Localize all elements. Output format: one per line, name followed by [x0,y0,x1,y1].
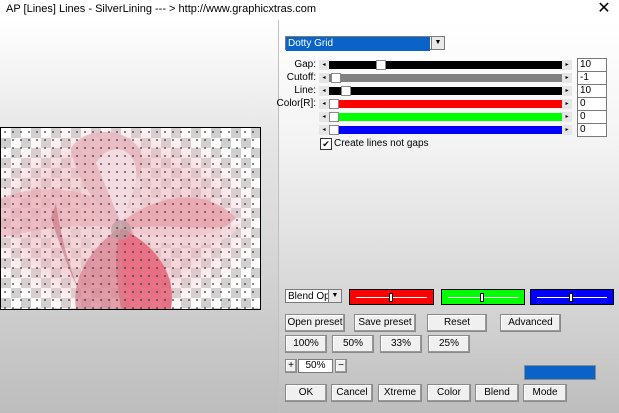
slider-track [329,113,562,121]
preview-panel [0,20,278,413]
slider-track [329,61,562,69]
slider-left-arrow-icon[interactable]: ◂ [319,99,329,109]
param-label-gap: Gap: [294,59,316,70]
param-label-color-r: Color[R]: [276,98,316,109]
controls-panel: Dotty Grid ▼ Gap: ◂ ▸ 10 Cutoff: ◂ ▸ -1 … [276,20,619,413]
color-r-slider[interactable]: ◂ ▸ [319,99,572,109]
gap-slider[interactable]: ◂ ▸ [319,60,572,70]
blend-select-value: Blend Opti [288,291,328,302]
xtreme-button[interactable]: Xtreme [378,384,422,402]
slider-thumb[interactable] [331,73,341,83]
slider-track [329,87,562,95]
slider-left-arrow-icon[interactable]: ◂ [319,112,329,122]
slider-right-arrow-icon[interactable]: ▸ [562,86,572,96]
slider-thumb[interactable] [376,60,386,70]
green-color-swatch[interactable] [441,289,525,305]
slider-right-arrow-icon[interactable]: ▸ [562,112,572,122]
effect-select-value: Dotty Grid [286,37,430,51]
slider-track [329,100,562,108]
slider-track [329,126,562,134]
cancel-button[interactable]: Cancel [331,384,373,402]
slider-right-arrow-icon[interactable]: ▸ [562,125,572,135]
create-lines-checkbox[interactable]: ✔ [320,138,332,150]
plugin-window: AP [Lines] Lines - SilverLining --- > ht… [0,0,619,413]
title-bar[interactable]: AP [Lines] Lines - SilverLining --- > ht… [0,0,619,20]
slider-thumb[interactable] [329,99,339,109]
slider-right-arrow-icon[interactable]: ▸ [562,73,572,83]
slider-left-arrow-icon[interactable]: ◂ [319,60,329,70]
zoom-50-button[interactable]: 50% [332,335,374,353]
open-preset-button[interactable]: Open preset [285,314,345,332]
zoom-33-button[interactable]: 33% [380,335,422,353]
save-preset-button[interactable]: Save preset [354,314,416,332]
preview-image[interactable] [0,127,261,310]
close-icon[interactable]: ✕ [595,1,613,19]
swatch-knob[interactable] [569,293,573,302]
zoom-25-button[interactable]: 25% [428,335,470,353]
slider-track [329,74,562,82]
gap-value[interactable]: 10 [577,58,607,72]
color-b-slider[interactable]: ◂ ▸ [319,125,572,135]
slider-left-arrow-icon[interactable]: ◂ [319,125,329,135]
slider-thumb[interactable] [329,125,339,135]
line-value[interactable]: 10 [577,84,607,98]
chevron-down-icon[interactable]: ▼ [431,37,444,49]
zoom-plus-button[interactable]: + [285,359,297,373]
param-label-line: Line: [294,85,316,96]
line-slider[interactable]: ◂ ▸ [319,86,572,96]
reset-button[interactable]: Reset [427,314,487,332]
advanced-button[interactable]: Advanced [500,314,561,332]
cutoff-slider[interactable]: ◂ ▸ [319,73,572,83]
slider-right-arrow-icon[interactable]: ▸ [562,60,572,70]
mode-button[interactable]: Mode [523,384,567,402]
color-button[interactable]: Color [427,384,471,402]
blue-color-swatch[interactable] [530,289,614,305]
slider-thumb[interactable] [329,112,339,122]
color-g-slider[interactable]: ◂ ▸ [319,112,572,122]
cutoff-value[interactable]: -1 [577,71,607,85]
color-g-value[interactable]: 0 [577,110,607,124]
ok-button[interactable]: OK [285,384,327,402]
create-lines-label: Create lines not gaps [334,138,429,149]
effect-select[interactable]: Dotty Grid ▼ [285,36,445,51]
zoom-minus-button[interactable]: − [335,359,347,373]
blend-button[interactable]: Blend [475,384,519,402]
slider-thumb[interactable] [341,86,351,96]
color-preview-bar [524,365,596,380]
red-color-swatch[interactable] [349,289,434,305]
param-label-cutoff: Cutoff: [286,72,316,83]
chevron-down-icon[interactable]: ▼ [328,290,341,302]
slider-left-arrow-icon[interactable]: ◂ [319,73,329,83]
zoom-100-button[interactable]: 100% [285,335,327,353]
swatch-knob[interactable] [389,293,393,302]
slider-right-arrow-icon[interactable]: ▸ [562,99,572,109]
blend-select[interactable]: Blend Opti ▼ [285,289,342,303]
swatch-knob[interactable] [480,293,484,302]
preview-artwork [1,128,260,309]
color-r-value[interactable]: 0 [577,97,607,111]
zoom-value[interactable]: 50% [298,359,333,373]
color-b-value[interactable]: 0 [577,123,607,137]
window-title: AP [Lines] Lines - SilverLining --- > ht… [6,3,317,15]
slider-left-arrow-icon[interactable]: ◂ [319,86,329,96]
